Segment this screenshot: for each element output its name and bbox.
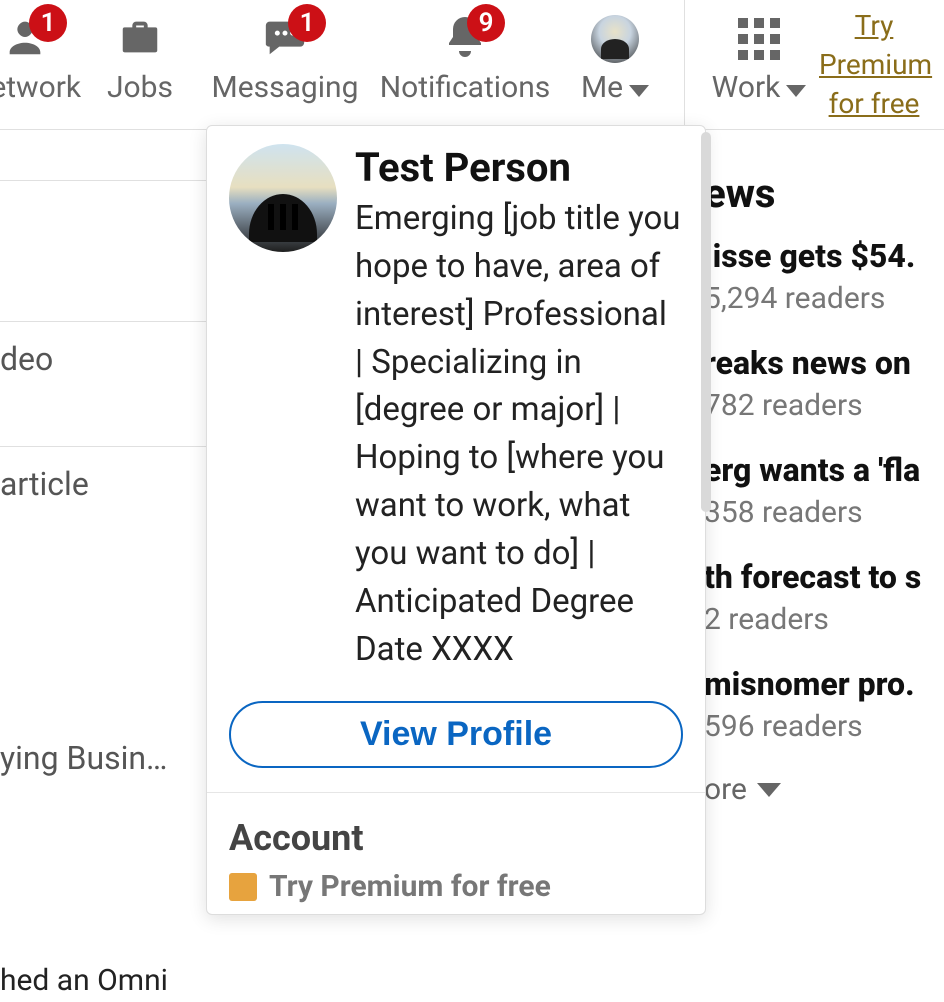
scrollbar[interactable] (701, 132, 711, 512)
profile-avatar[interactable] (229, 144, 337, 252)
left-column: deo article ying Busin… (0, 130, 210, 795)
grid-icon (738, 18, 780, 60)
view-profile-button[interactable]: View Profile (229, 701, 683, 768)
news-headline: th forecast to s (704, 558, 944, 596)
nav-work[interactable]: Work (699, 0, 819, 105)
try-premium-row[interactable]: Try Premium for free (207, 869, 705, 914)
premium-icon (229, 873, 257, 901)
chevron-down-icon (786, 85, 806, 97)
news-meta: 358 readers (704, 495, 944, 530)
news-meta: 596 readers (704, 709, 944, 744)
premium-link[interactable]: Try Premium for free (819, 6, 929, 124)
left-article[interactable]: article (0, 446, 210, 521)
account-heading: Account (207, 793, 705, 869)
nav-me-label: Me (581, 70, 649, 105)
news-headline: erg wants a 'fla (704, 451, 944, 489)
news-item[interactable]: erg wants a 'fla 358 readers (704, 451, 944, 530)
news-item[interactable]: reaks news on 782 readers (704, 344, 944, 423)
nav-messaging-label: Messaging (212, 70, 359, 105)
news-headline: misnomer pro. (704, 665, 944, 703)
briefcase-icon (114, 14, 166, 64)
profile-name: Test Person (355, 144, 683, 191)
top-nav: 1 Network Jobs 1 Messaging 9 Notificatio… (0, 0, 944, 130)
me-dropdown: Test Person Emerging [job title you hope… (206, 125, 706, 915)
news-item[interactable]: misnomer pro. 596 readers (704, 665, 944, 744)
news-item[interactable]: th forecast to s 2 readers (704, 558, 944, 637)
avatar-icon (591, 15, 639, 63)
profile-headline: Emerging [job title you hope to have, ar… (355, 195, 683, 673)
news-headline: iisse gets $54. (704, 237, 944, 275)
left-video[interactable]: deo (0, 321, 210, 396)
try-premium-label: Try Premium for free (269, 869, 551, 904)
badge-messaging: 1 (288, 4, 326, 42)
nav-divider (684, 0, 685, 129)
news-meta: 2 readers (704, 602, 944, 637)
nav-notifications[interactable]: 9 Notifications (370, 0, 560, 105)
nav-jobs[interactable]: Jobs (80, 0, 200, 105)
badge-network: 1 (29, 4, 67, 42)
show-more[interactable]: ore (704, 772, 944, 807)
feed-fragment: hed an Omni (0, 960, 210, 1002)
nav-network[interactable]: 1 Network (0, 0, 80, 105)
chevron-down-icon (629, 85, 649, 97)
news-title: ews (704, 170, 944, 217)
news-headline: reaks news on (704, 344, 944, 382)
news-meta: 5,294 readers (704, 281, 944, 316)
nav-network-label: Network (0, 70, 81, 105)
badge-notifications: 9 (467, 4, 505, 42)
nav-notifications-label: Notifications (380, 70, 551, 105)
chevron-down-icon (757, 783, 781, 797)
news-item[interactable]: iisse gets $54. 5,294 readers (704, 237, 944, 316)
nav-messaging[interactable]: 1 Messaging (200, 0, 370, 105)
left-business: ying Busin… (0, 721, 210, 795)
nav-jobs-label: Jobs (107, 70, 173, 105)
show-more-label: ore (704, 772, 747, 807)
nav-work-label: Work (712, 70, 807, 105)
news-meta: 782 readers (704, 388, 944, 423)
news-column: ews iisse gets $54. 5,294 readers reaks … (704, 170, 944, 807)
nav-me[interactable]: Me (560, 0, 670, 105)
